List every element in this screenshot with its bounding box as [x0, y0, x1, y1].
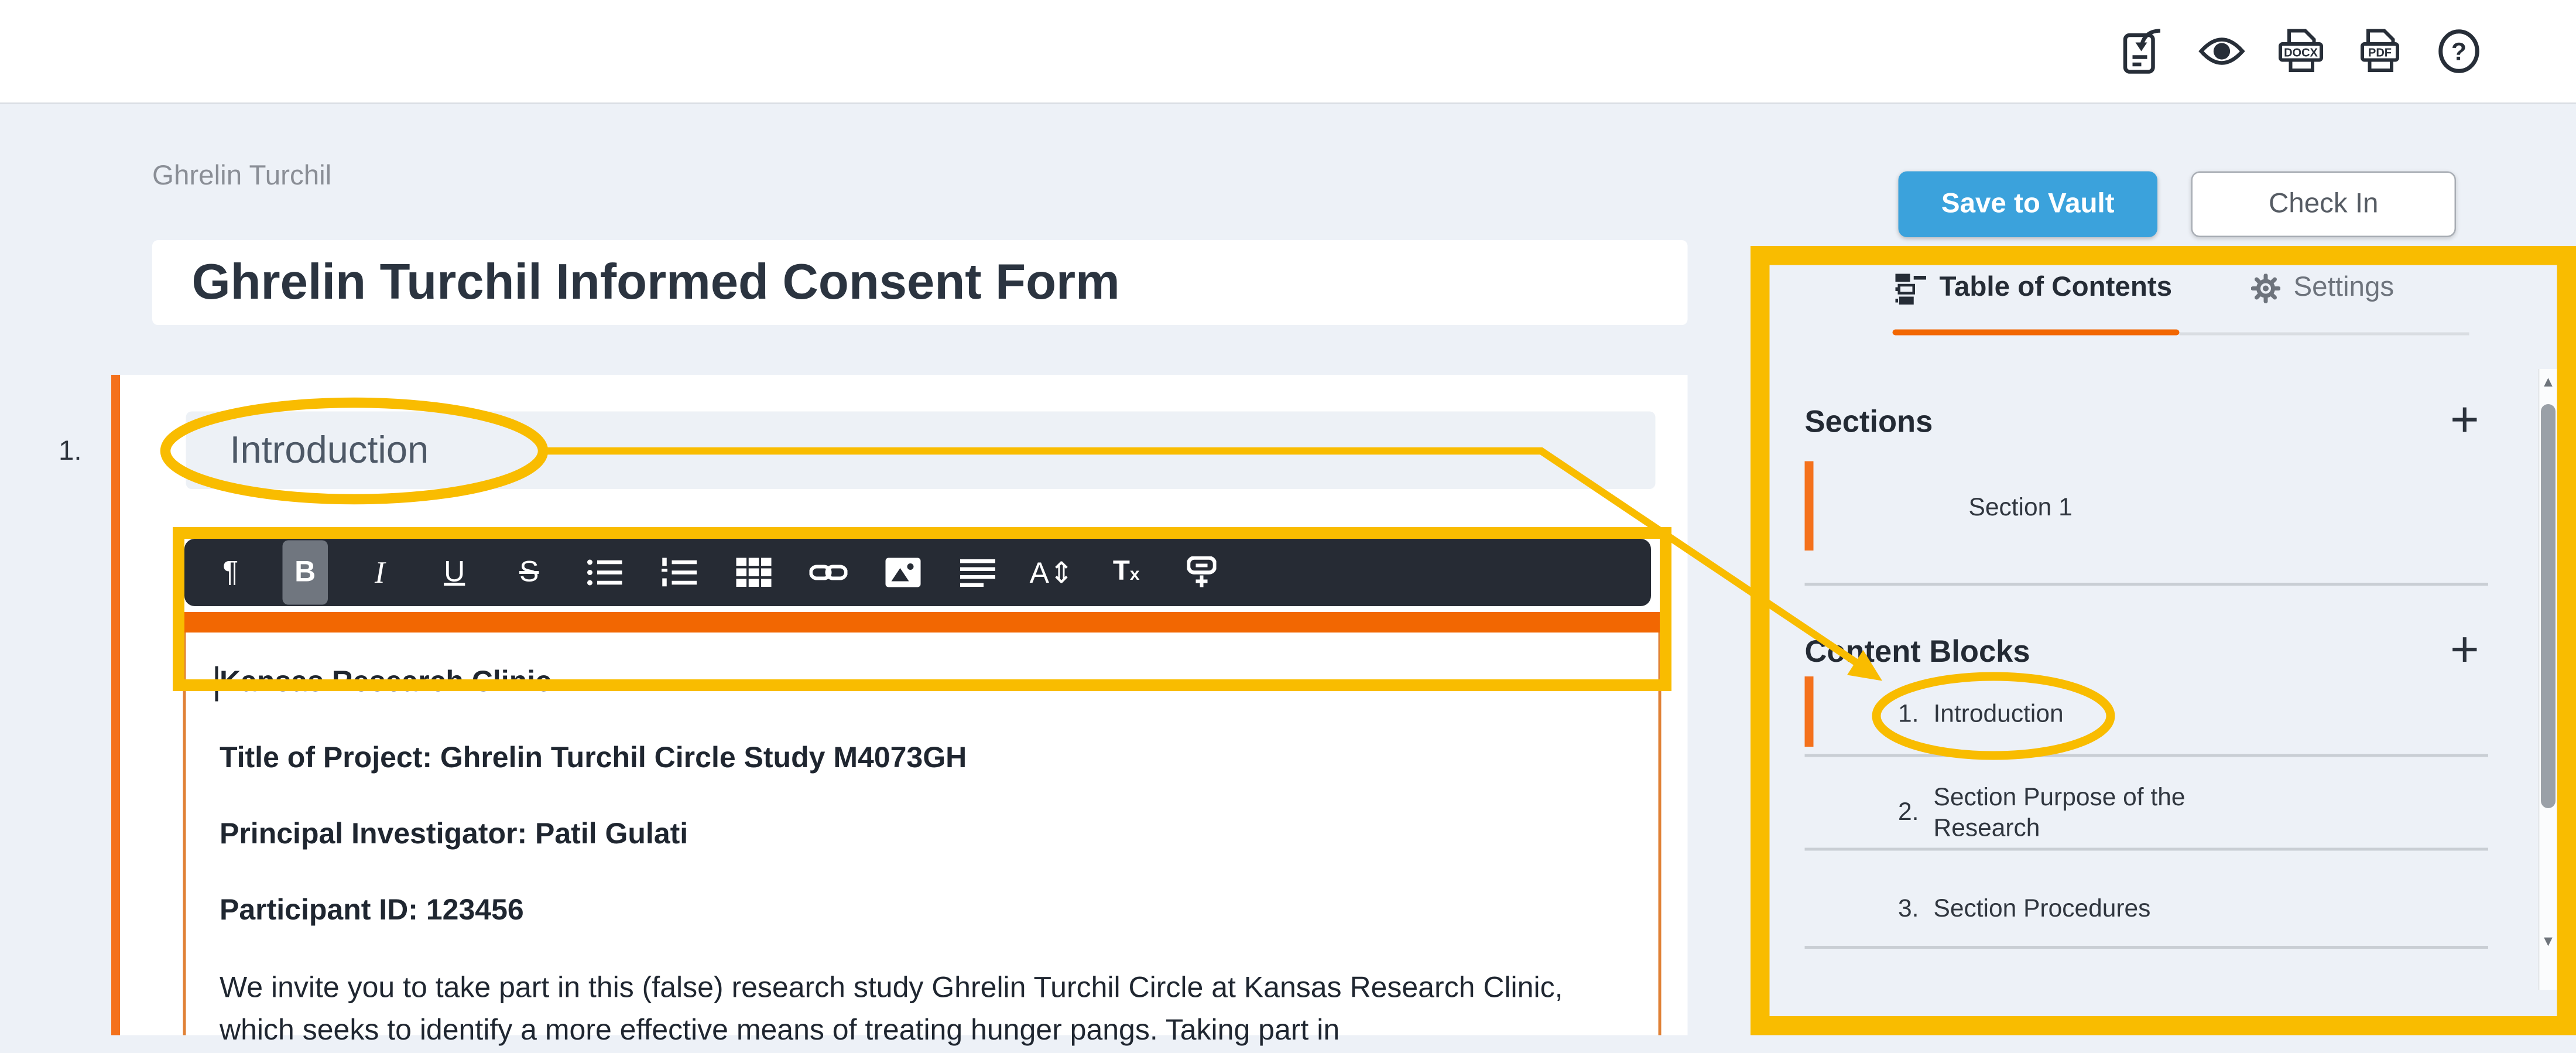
save-to-vault-button[interactable]: Save to Vault: [1899, 172, 2158, 238]
align-icon[interactable]: [954, 541, 1000, 605]
block-item-procedures[interactable]: 3. Section Procedures: [1887, 895, 2151, 924]
tab-table-of-contents[interactable]: Table of Contents: [1896, 272, 2173, 305]
section-item-1[interactable]: Section 1: [1969, 494, 2073, 523]
content-blocks-heading: Content Blocks: [1805, 635, 2030, 671]
section-title-field[interactable]: Introduction: [186, 412, 1656, 490]
italic-icon[interactable]: I: [357, 541, 403, 605]
active-tab-indicator: [1893, 330, 2180, 336]
svg-text:?: ?: [2451, 39, 2467, 66]
block-item-number: 1.: [1887, 700, 1919, 729]
sections-heading: Sections: [1805, 406, 1933, 441]
section-title-text: Introduction: [230, 428, 429, 473]
block-item-label: Introduction: [1934, 700, 2064, 729]
doc-line-clinic: Kansas Research Clinic: [220, 664, 1625, 702]
section-number: 1.: [59, 436, 82, 469]
section-item-selected-bar: [1805, 461, 1814, 551]
breadcrumb: Ghrelin Turchil: [152, 161, 331, 193]
pdf-label: PDF: [2368, 46, 2392, 59]
block-item-purpose[interactable]: 2. Section Purpose of the Research: [1887, 782, 2244, 843]
bullet-list-icon[interactable]: [581, 541, 627, 605]
tab-divider: [2180, 333, 2469, 336]
tab-settings[interactable]: Settings: [2251, 272, 2394, 305]
header-toolbar: DOCX PDF ?: [2119, 0, 2482, 102]
gear-icon: [2251, 274, 2280, 303]
export-docx-icon[interactable]: DOCX: [2277, 28, 2324, 75]
clear-format-icon[interactable]: Tx: [1104, 541, 1149, 605]
tab-settings-label: Settings: [2294, 272, 2395, 305]
block-item-number: 3.: [1887, 895, 1919, 924]
document-title: Ghrelin Turchil Informed Consent Form: [192, 240, 1120, 325]
richtext-toolbar: ¶ B I U S: [184, 539, 1651, 606]
export-pdf-icon[interactable]: PDF: [2356, 28, 2403, 75]
block-item-label: Section Purpose of the Research: [1934, 782, 2244, 843]
panel-divider: [1805, 583, 2489, 586]
ordered-list-icon[interactable]: [656, 541, 701, 605]
check-in-button[interactable]: Check In: [2191, 172, 2457, 238]
image-icon[interactable]: [880, 541, 926, 605]
docx-label: DOCX: [2284, 46, 2318, 59]
block-item-number: 2.: [1887, 798, 1919, 828]
scrollbar-down-arrow[interactable]: ▼: [2540, 934, 2557, 951]
doc-line-project-title: Title of Project: Ghrelin Turchil Circle…: [220, 740, 1625, 778]
content-block-selected-border: [184, 612, 1660, 633]
doc-line-participant-id: Participant ID: 123456: [220, 892, 1625, 930]
block-item-selected-bar: [1805, 676, 1814, 747]
panel-divider: [1805, 848, 2489, 851]
document-body-text: Kansas Research Clinic Title of Project:…: [220, 664, 1625, 1053]
doc-paragraph: We invite you to take part in this (fals…: [220, 968, 1588, 1053]
bold-icon[interactable]: B: [283, 541, 328, 605]
panel-divider: [1805, 946, 2489, 949]
table-icon[interactable]: [731, 541, 776, 605]
link-icon[interactable]: [805, 541, 851, 605]
doc-line-investigator: Principal Investigator: Patil Gulati: [220, 816, 1625, 854]
toc-list-icon: [1896, 273, 1927, 304]
block-item-label: Section Procedures: [1934, 895, 2151, 924]
section-selected-bar: [111, 375, 120, 1035]
scrollbar-up-arrow[interactable]: ▲: [2540, 375, 2557, 391]
strikethrough-icon[interactable]: S: [506, 541, 552, 605]
panel-divider: [1805, 754, 2489, 757]
underline-icon[interactable]: U: [432, 541, 478, 605]
import-document-icon[interactable]: [2119, 28, 2166, 75]
paragraph-icon[interactable]: ¶: [208, 541, 254, 605]
line-height-icon[interactable]: A⇕: [1029, 541, 1075, 605]
add-content-block-button[interactable]: +: [2450, 628, 2479, 672]
preview-eye-icon[interactable]: [2198, 28, 2245, 75]
text-cursor: [215, 666, 218, 702]
help-icon[interactable]: ?: [2435, 28, 2482, 75]
insert-field-icon[interactable]: [1179, 541, 1224, 605]
add-section-button[interactable]: +: [2450, 398, 2479, 442]
block-item-introduction[interactable]: 1. Introduction: [1887, 700, 2064, 729]
tab-toc-label: Table of Contents: [1940, 272, 2173, 305]
panel-scrollbar-thumb[interactable]: [2541, 404, 2556, 808]
